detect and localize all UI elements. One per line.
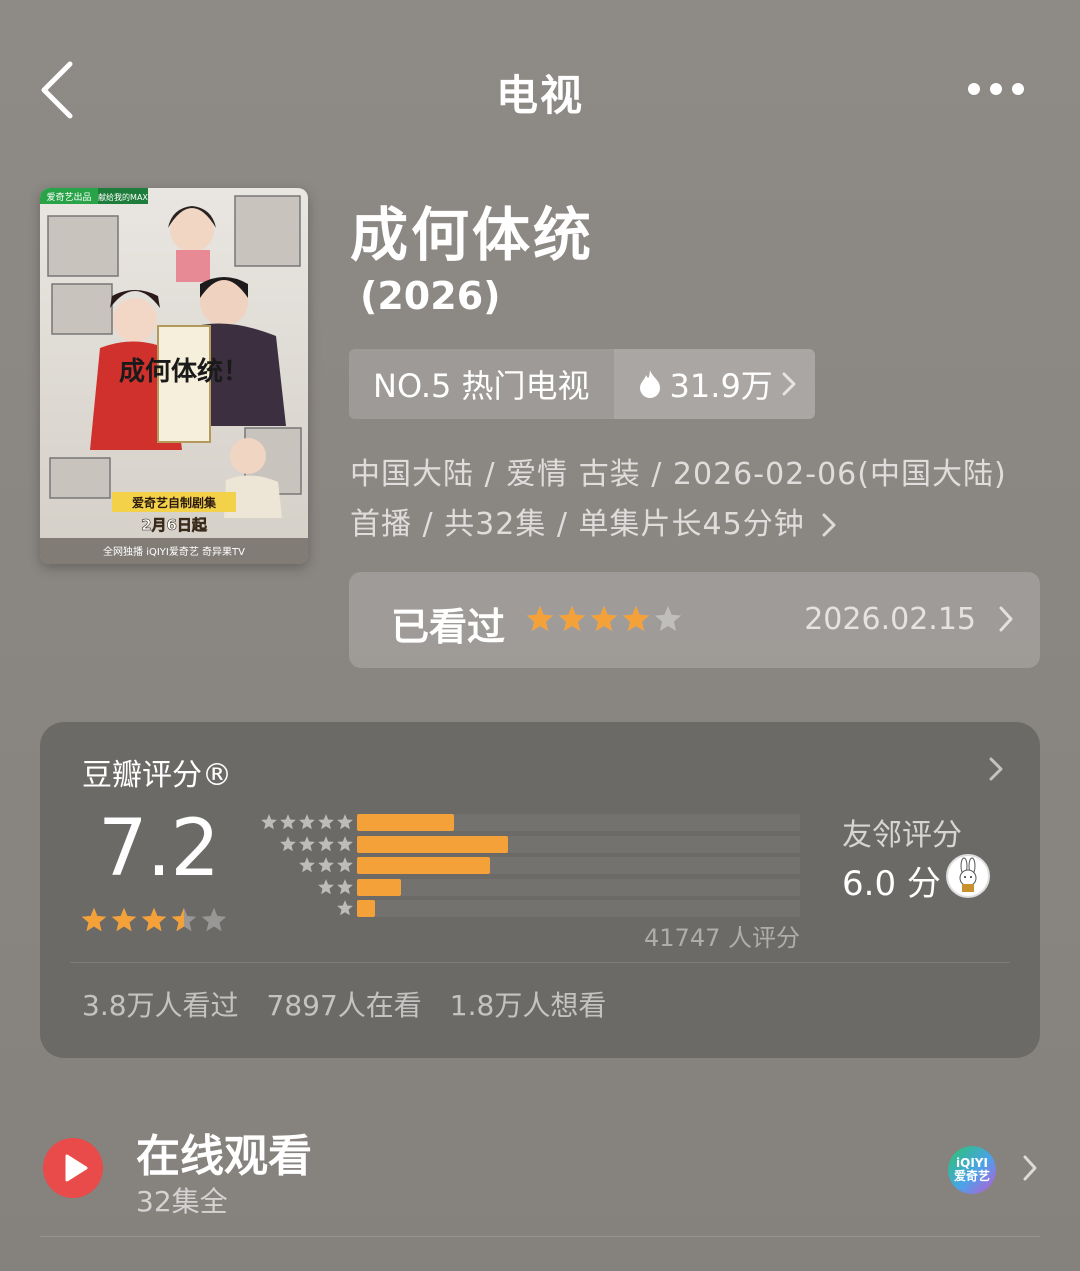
star-icon — [111, 907, 137, 932]
chevron-right-icon — [999, 606, 1013, 632]
rating-distribution — [250, 812, 810, 920]
star-icon — [337, 878, 353, 894]
more-dots-icon — [968, 83, 980, 95]
watch-stats: 3.8万人看过 7897人在看 1.8万人想看 — [82, 984, 606, 1024]
friend-avatar[interactable] — [946, 854, 990, 898]
star-icon — [299, 814, 315, 830]
play-icon — [43, 1138, 103, 1198]
divider — [70, 962, 1010, 963]
watched-date: 2026.02.15 — [804, 602, 976, 637]
rank-label: NO.5 热门电视 — [349, 349, 614, 419]
my-rating-stars[interactable] — [525, 604, 683, 634]
svg-text:全网独播 iQIYI爱奇艺 奇异果TV: 全网独播 iQIYI爱奇艺 奇异果TV — [103, 545, 245, 558]
chevron-right-icon — [1023, 1155, 1037, 1181]
my-watch-status-card[interactable]: 已看过 2026.02.15 — [349, 572, 1040, 668]
distribution-bar — [357, 857, 490, 874]
divider — [40, 1236, 1040, 1237]
star-icon — [337, 814, 353, 830]
flame-icon — [639, 370, 660, 398]
heat-indicator[interactable]: 31.9万 — [613, 349, 815, 419]
star-icon — [261, 814, 277, 830]
rating-count: 41747 人评分 — [644, 924, 800, 952]
svg-text:2月6日起: 2月6日起 — [141, 516, 208, 534]
distribution-row — [250, 877, 810, 899]
watched-label: 已看过 — [391, 605, 506, 649]
distribution-track — [357, 900, 800, 917]
distribution-stars — [298, 856, 354, 874]
star-icon — [280, 835, 296, 851]
star-icon — [337, 857, 353, 873]
svg-text:成何体统！: 成何体统！ — [119, 356, 249, 387]
heat-value: 31.9万 — [669, 367, 773, 405]
distribution-bar — [357, 835, 508, 853]
watch-online-title: 在线观看 — [136, 1131, 312, 1182]
star-icon — [299, 835, 315, 851]
star-icon — [590, 605, 618, 631]
iqiyi-logo-icon: iQIYI 爱奇艺 — [948, 1146, 996, 1194]
stat-watched[interactable]: 3.8万人看过 — [82, 984, 239, 1024]
star-icon — [337, 835, 353, 851]
page-title: 电视 — [495, 71, 584, 120]
star-icon — [81, 907, 107, 932]
star-icon — [201, 907, 227, 932]
meta-text: 中国大陆 / 爱情 古装 / 2026-02-06(中国大陆) 首播 / 共32… — [350, 457, 1007, 542]
more-options-button[interactable] — [968, 78, 1032, 100]
rank-chip[interactable]: NO.5 热门电视 31.9万 — [349, 349, 815, 419]
distribution-row — [250, 812, 810, 834]
distribution-stars — [336, 899, 354, 917]
friends-rating-score: 6.0 分 — [842, 864, 941, 904]
rating-title: 豆瓣评分® — [82, 758, 232, 793]
distribution-row — [250, 898, 810, 920]
stat-watching[interactable]: 7897人在看 — [267, 984, 422, 1024]
distribution-stars — [260, 813, 354, 831]
distribution-row — [250, 834, 810, 856]
distribution-track — [357, 835, 800, 853]
distribution-track — [357, 857, 800, 874]
star-icon — [171, 907, 197, 932]
episode-status: 32集全 — [136, 1185, 228, 1218]
rating-score: 7.2 — [98, 804, 220, 894]
poster-image[interactable]: 成何体统！ 爱奇艺出品 献给我的MAX 爱奇艺自制剧集 2月6日起 全网独播 i… — [40, 188, 308, 564]
star-icon — [337, 900, 353, 916]
show-title: 成何体统 — [350, 201, 595, 269]
star-icon — [654, 605, 682, 631]
star-icon — [280, 814, 296, 830]
star-icon — [558, 605, 586, 631]
distribution-track — [357, 814, 800, 831]
distribution-bar — [357, 878, 402, 896]
top-bar: 电视 — [0, 0, 1080, 180]
friends-rating-label: 友邻评分 — [842, 818, 962, 853]
show-meta[interactable]: 中国大陆 / 爱情 古装 / 2026-02-06(中国大陆) 首播 / 共32… — [350, 450, 1010, 550]
rabbit-avatar-icon — [959, 857, 977, 892]
distribution-stars — [279, 835, 354, 853]
star-icon — [141, 907, 167, 932]
star-icon — [318, 835, 334, 851]
svg-text:爱奇艺出品: 爱奇艺出品 — [46, 191, 91, 203]
chevron-right-icon — [782, 372, 796, 396]
distribution-track — [357, 878, 800, 896]
douban-rating-card[interactable]: 豆瓣评分® 7.2 41747 人评分 友邻评分 6.0 分 3.8万人看过 7… — [40, 722, 1040, 1058]
chevron-right-icon — [989, 757, 1003, 781]
svg-text:献给我的MAX: 献给我的MAX — [98, 192, 148, 202]
star-icon — [299, 857, 315, 873]
star-icon — [318, 857, 334, 873]
star-icon — [622, 605, 650, 631]
star-icon — [526, 605, 554, 631]
chevron-right-icon — [822, 513, 836, 537]
poster-art: 成何体统！ 爱奇艺出品 献给我的MAX 爱奇艺自制剧集 2月6日起 全网独播 i… — [40, 188, 308, 564]
distribution-row — [250, 855, 810, 877]
score-stars — [80, 906, 228, 934]
star-icon — [318, 878, 334, 894]
show-year: (2026) — [360, 274, 501, 318]
svg-text:爱奇艺自制剧集: 爱奇艺自制剧集 — [132, 495, 217, 510]
stat-want[interactable]: 1.8万人想看 — [450, 984, 607, 1024]
watch-online-row[interactable]: 在线观看 32集全 iQIYI 爱奇艺 — [40, 1110, 1040, 1236]
distribution-bar — [357, 814, 455, 831]
distribution-bar — [357, 900, 375, 917]
distribution-stars — [317, 878, 354, 896]
star-icon — [318, 814, 334, 830]
